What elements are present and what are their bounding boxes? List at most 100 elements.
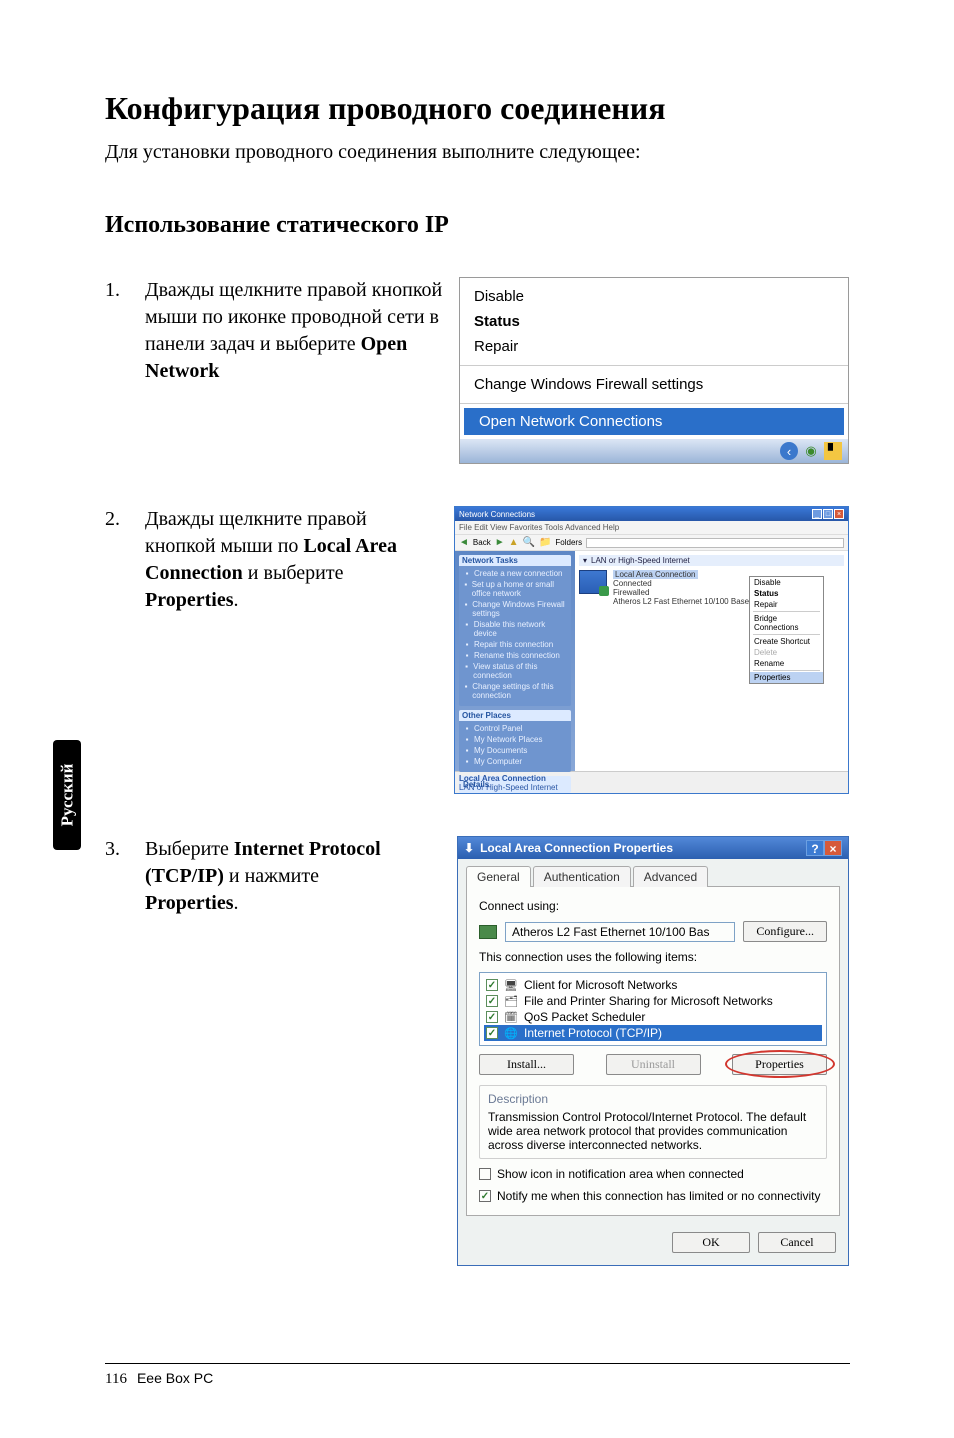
adapter-name: Atheros L2 Fast Ethernet 10/100 Bas <box>505 922 735 942</box>
configure-button[interactable]: Configure... <box>743 921 827 942</box>
lac-ctx-disable[interactable]: Disable <box>750 577 823 588</box>
back-icon[interactable]: ◄ <box>459 537 469 548</box>
connect-using-label: Connect using: <box>479 899 827 913</box>
menubar[interactable]: File Edit View Favorites Tools Advanced … <box>455 521 848 535</box>
task-link[interactable]: ▪Create a new connection <box>463 569 567 578</box>
tray-shield-icon[interactable]: ◉ <box>802 442 820 460</box>
task-link[interactable]: ▪Change Windows Firewall settings <box>463 600 567 618</box>
folders-label[interactable]: Folders <box>555 538 582 547</box>
network-tasks-panel: Network Tasks ▪Create a new connection ▪… <box>459 555 571 706</box>
folders-icon[interactable]: 📁 <box>539 537 551 548</box>
lac-ctx-rename[interactable]: Rename <box>750 658 823 669</box>
cancel-button[interactable]: Cancel <box>758 1232 836 1253</box>
heading: Конфигурация проводного соединения <box>105 90 849 127</box>
step-3-text: Выберите Internet Protocol (TCP/IP) и на… <box>145 836 457 917</box>
lac-ctx-shortcut[interactable]: Create Shortcut <box>750 636 823 647</box>
lac-ctx-delete[interactable]: Delete <box>750 647 823 658</box>
lac-firewalled: Firewalled <box>613 588 749 597</box>
checkbox-checked-icon[interactable]: ✓ <box>486 1011 498 1023</box>
ok-button[interactable]: OK <box>672 1232 750 1253</box>
tab-advanced[interactable]: Advanced <box>633 866 708 887</box>
notify-row[interactable]: ✓ Notify me when this connection has lim… <box>479 1189 827 1203</box>
maximize-button[interactable]: □ <box>823 509 833 519</box>
other-places-panel: Other Places ▪Control Panel ▪My Network … <box>459 710 571 772</box>
item-tcpip[interactable]: ✓ 🌐 Internet Protocol (TCP/IP) <box>484 1025 822 1041</box>
ctx-status[interactable]: Status <box>460 309 848 334</box>
checkbox-checked-icon[interactable]: ✓ <box>486 1027 498 1039</box>
window-title: Network Connections <box>459 510 535 519</box>
share-icon: 🗂 <box>504 994 518 1008</box>
forward-icon[interactable]: ► <box>495 537 505 548</box>
ctx-disable[interactable]: Disable <box>460 284 848 309</box>
task-link[interactable]: ▪Disable this network device <box>463 620 567 638</box>
task-link[interactable]: ▪Set up a home or small office network <box>463 580 567 598</box>
window-buttons: _□× <box>811 509 844 519</box>
lac-ctx-bridge[interactable]: Bridge Connections <box>750 613 823 633</box>
up-icon[interactable]: ▲ <box>509 537 519 548</box>
lac-ctx-status[interactable]: Status <box>750 588 823 599</box>
lac-ctx-repair[interactable]: Repair <box>750 599 823 610</box>
dialog-titlebar: ⬇ Local Area Connection Properties ?× <box>458 837 848 859</box>
adapter-icon <box>479 925 497 939</box>
items-label: This connection uses the following items… <box>479 950 827 964</box>
lac-name: Local Area Connection <box>613 570 698 579</box>
properties-button[interactable]: Properties <box>732 1054 827 1075</box>
sidebar: Network Tasks ▪Create a new connection ▪… <box>455 551 575 771</box>
back-label[interactable]: Back <box>473 538 491 547</box>
step-3-number: 3. <box>105 836 145 917</box>
tab-authentication[interactable]: Authentication <box>533 866 631 887</box>
checkbox-checked-icon[interactable]: ✓ <box>486 995 498 1007</box>
dialog-icon: ⬇ <box>464 841 474 855</box>
lac-ctx-properties[interactable]: Properties <box>750 672 823 683</box>
expand-icon[interactable]: ▾ <box>583 556 587 565</box>
items-list[interactable]: ✓ 🖥 Client for Microsoft Networks ✓ 🗂 Fi… <box>479 972 827 1046</box>
network-connections-window: Network Connections _□× File Edit View F… <box>454 506 849 794</box>
ctx-repair[interactable]: Repair <box>460 334 848 359</box>
install-button[interactable]: Install... <box>479 1054 574 1075</box>
protocol-icon: 🌐 <box>504 1026 518 1040</box>
ctx-open-network-connections[interactable]: Open Network Connections <box>464 408 844 435</box>
task-link[interactable]: ▪View status of this connection <box>463 662 567 680</box>
place-link[interactable]: ▪Control Panel <box>463 724 567 733</box>
close-button[interactable]: × <box>834 509 844 519</box>
place-link[interactable]: ▪My Computer <box>463 757 567 766</box>
tray-chevron-icon[interactable]: ‹ <box>780 442 798 460</box>
item-file-print-sharing[interactable]: ✓ 🗂 File and Printer Sharing for Microso… <box>484 993 822 1009</box>
task-link[interactable]: ▪Rename this connection <box>463 651 567 660</box>
lac-adapter: Atheros L2 Fast Ethernet 10/100 Base <box>613 597 749 606</box>
system-tray: ‹ ◉ ▘ <box>460 439 848 463</box>
uninstall-button[interactable]: Uninstall <box>606 1054 701 1075</box>
description-box: Description Transmission Control Protoco… <box>479 1085 827 1159</box>
search-icon[interactable]: 🔍 <box>523 537 535 548</box>
separator <box>460 403 848 404</box>
step-3: 3. Выберите Internet Protocol (TCP/IP) и… <box>105 836 849 1266</box>
close-button[interactable]: × <box>824 840 842 856</box>
step-1-text: Дважды щелкните правой кнопкой мыши по и… <box>145 277 459 385</box>
intro-text: Для установки проводного соединения выпо… <box>105 141 849 164</box>
address-bar[interactable] <box>586 538 844 548</box>
qos-icon: 🗓 <box>504 1010 518 1024</box>
checkbox-unchecked-icon[interactable] <box>479 1168 491 1180</box>
general-panel: Connect using: Atheros L2 Fast Ethernet … <box>466 886 840 1216</box>
tab-general[interactable]: General <box>466 866 531 887</box>
help-button[interactable]: ? <box>806 840 824 856</box>
task-link[interactable]: ▪Repair this connection <box>463 640 567 649</box>
place-link[interactable]: ▪My Documents <box>463 746 567 755</box>
step-2-number: 2. <box>105 506 145 614</box>
checkbox-checked-icon[interactable]: ✓ <box>486 979 498 991</box>
ctx-change-firewall[interactable]: Change Windows Firewall settings <box>460 372 848 397</box>
step-2: 2. Дважды щелкните правой кнопкой мыши п… <box>105 506 849 794</box>
tabs: General Authentication Advanced <box>458 859 848 886</box>
tray-network-icon[interactable]: ▘ <box>824 442 842 460</box>
show-icon-row[interactable]: Show icon in notification area when conn… <box>479 1167 827 1181</box>
item-qos[interactable]: ✓ 🗓 QoS Packet Scheduler <box>484 1009 822 1025</box>
status-bar: Local Area Connection LAN or High-Speed … <box>455 771 848 793</box>
task-link[interactable]: ▪Change settings of this connection <box>463 682 567 700</box>
place-link[interactable]: ▪My Network Places <box>463 735 567 744</box>
sub-heading: Использование статического IP <box>105 212 849 239</box>
minimize-button[interactable]: _ <box>812 509 822 519</box>
step-1: 1. Дважды щелкните правой кнопкой мыши п… <box>105 277 849 464</box>
item-client[interactable]: ✓ 🖥 Client for Microsoft Networks <box>484 977 822 993</box>
checkbox-checked-icon[interactable]: ✓ <box>479 1190 491 1202</box>
lac-status: Connected <box>613 579 749 588</box>
